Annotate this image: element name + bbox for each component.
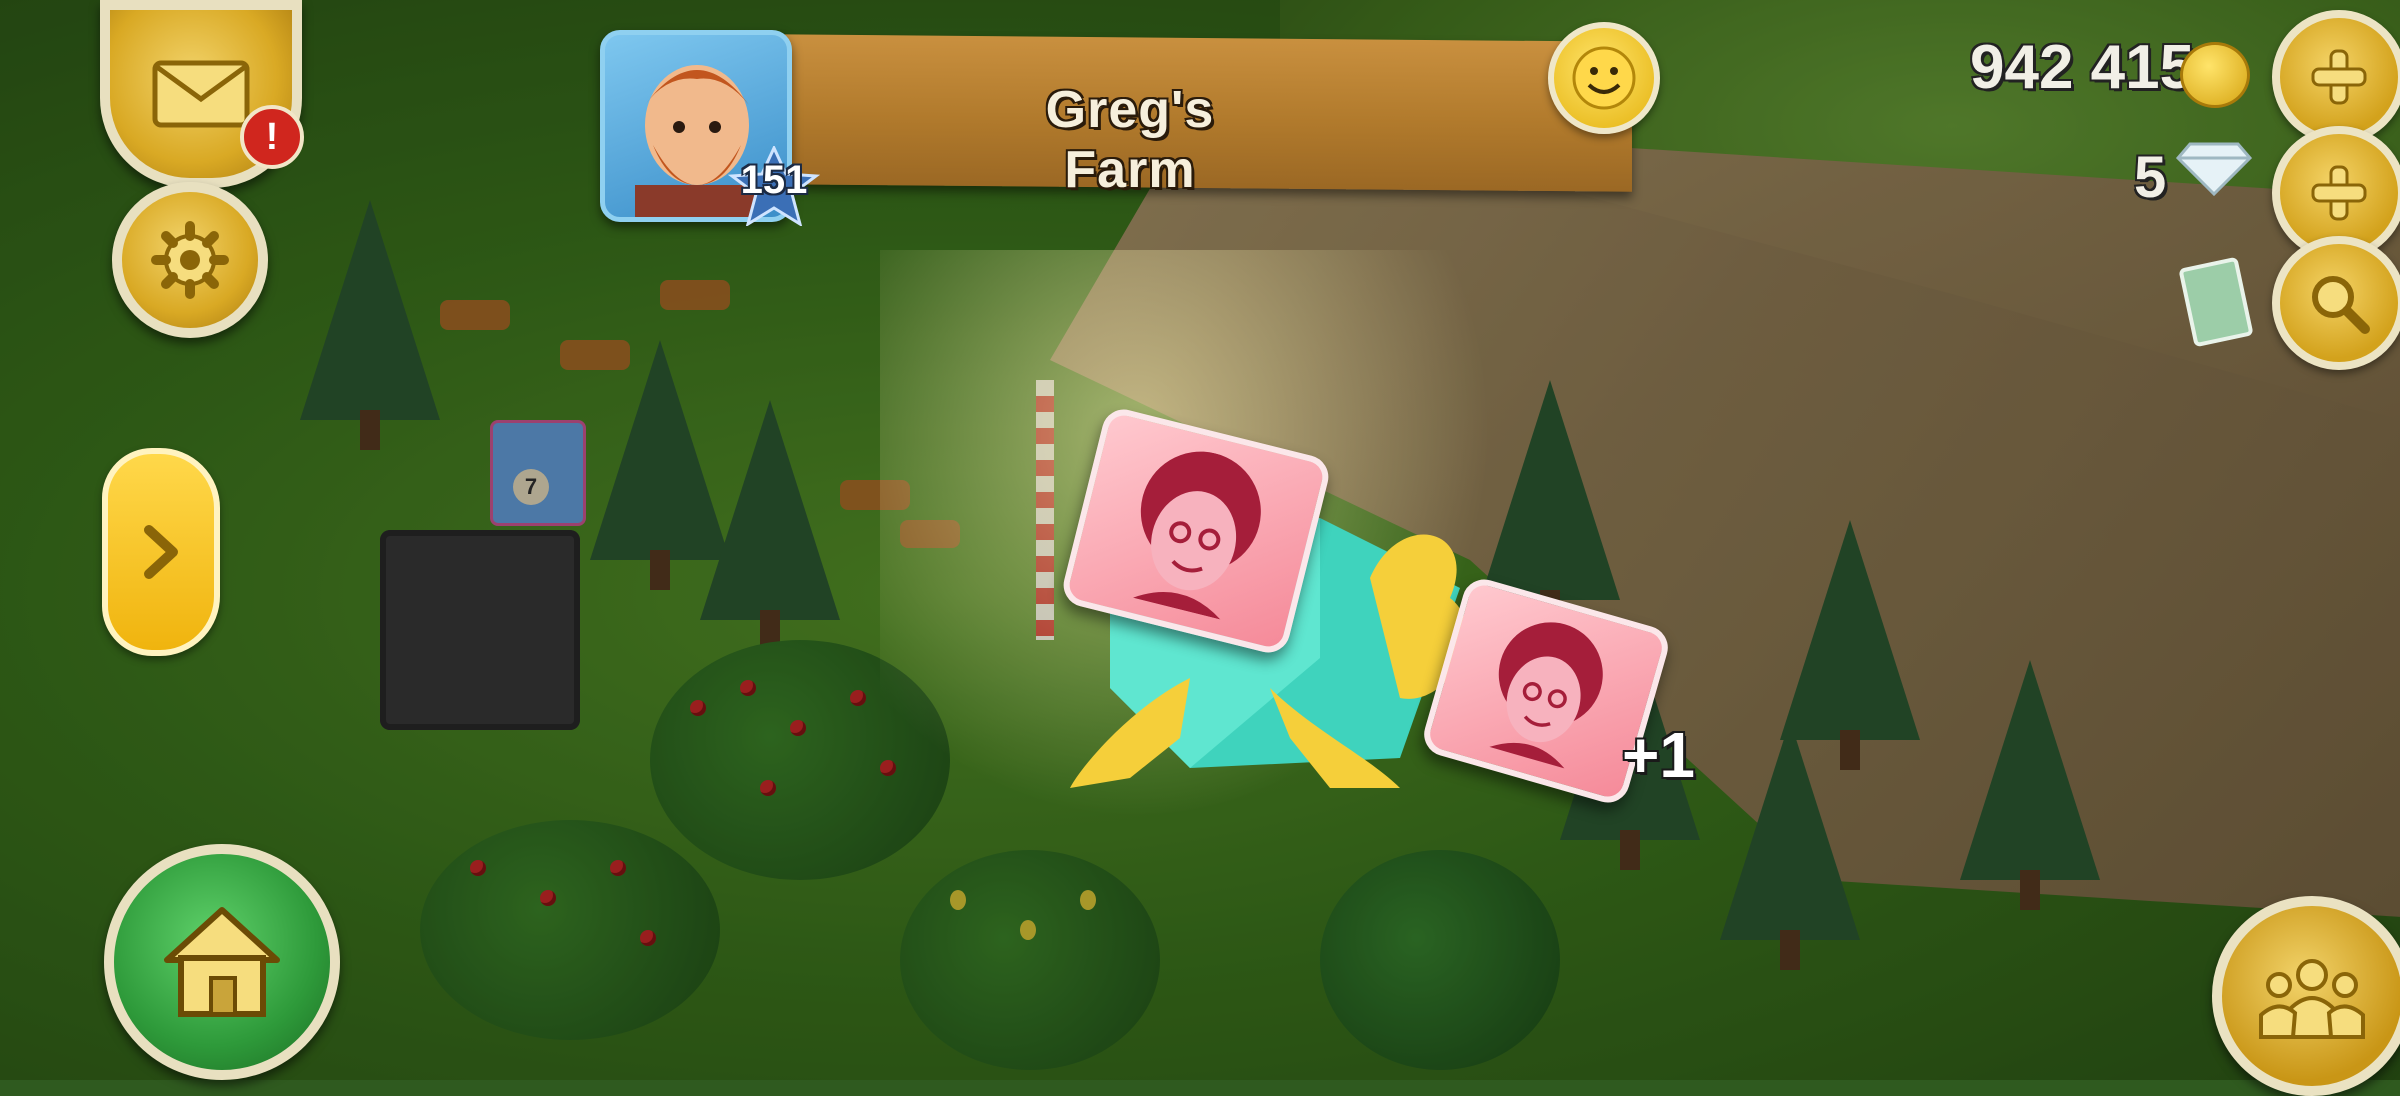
gear-icon (151, 221, 229, 299)
gold-coin-icon (2180, 42, 2250, 108)
diamond-count: 5 (2134, 145, 2167, 210)
settings-button[interactable] (112, 182, 268, 338)
farm-name-label: Greg's Farm (1045, 81, 1215, 199)
portrait-icon (1489, 622, 1603, 769)
diamond-icon (2176, 142, 2252, 196)
mail-alert-badge: ! (240, 105, 304, 169)
search-button[interactable] (2272, 236, 2400, 370)
magnifier-icon (2312, 276, 2370, 334)
reward-gain-text: +1 (1622, 719, 1695, 791)
envelope-icon (152, 60, 250, 128)
plus-icon (2311, 165, 2367, 221)
home-button[interactable] (104, 844, 340, 1080)
house-icon (164, 907, 280, 1017)
player-level: 151 (740, 158, 808, 202)
portrait-icon (1132, 451, 1261, 620)
friends-button[interactable] (2212, 896, 2400, 1096)
smiley-button[interactable] (1548, 22, 1660, 134)
add-coins-button[interactable] (2272, 10, 2400, 144)
people-icon (2259, 959, 2365, 1039)
plus-icon (2311, 49, 2367, 105)
smiley-face-icon (1572, 46, 1636, 110)
chevron-right-icon (144, 525, 178, 579)
expand-side-tab[interactable] (102, 448, 220, 656)
coin-count: 942 415 (1970, 33, 2195, 102)
